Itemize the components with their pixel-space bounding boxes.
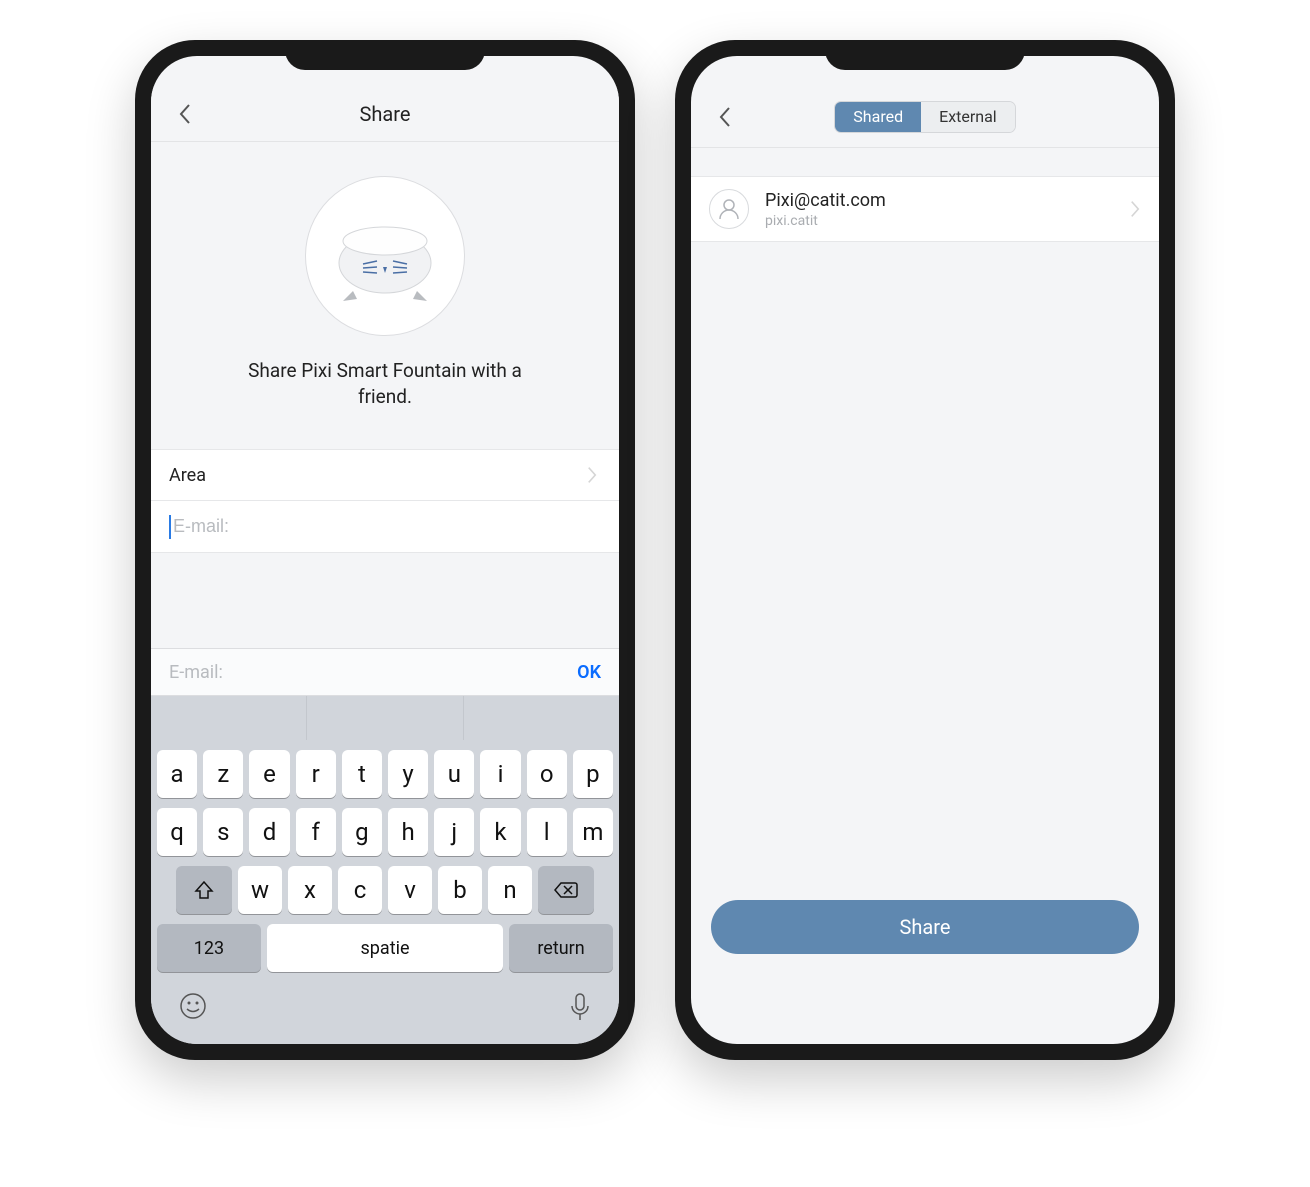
space-key[interactable]: spatie	[267, 924, 503, 972]
back-button[interactable]	[173, 102, 197, 126]
list-item-text: Pixi@catit.com pixi.catit	[765, 190, 1113, 229]
keyboard-suggestion-bar	[151, 696, 619, 740]
key-w[interactable]: w	[238, 866, 282, 914]
navbar: Share	[151, 86, 619, 142]
key-b[interactable]: b	[438, 866, 482, 914]
list-item[interactable]: Pixi@catit.com pixi.catit	[691, 177, 1159, 241]
area-row[interactable]: Area	[151, 449, 619, 501]
key-r[interactable]: r	[296, 750, 336, 798]
chevron-left-icon	[718, 106, 732, 128]
key-g[interactable]: g	[342, 808, 382, 856]
key-s[interactable]: s	[203, 808, 243, 856]
chevron-left-icon	[178, 103, 192, 125]
numbers-key[interactable]: 123	[157, 924, 261, 972]
key-z[interactable]: z	[203, 750, 243, 798]
keyboard-row-3: w x c v b n	[157, 866, 613, 914]
list-item-title: Pixi@catit.com	[765, 190, 1113, 211]
dictation-key[interactable]	[569, 992, 591, 1030]
mic-icon	[569, 992, 591, 1022]
key-f[interactable]: f	[296, 808, 336, 856]
chevron-right-icon	[1129, 200, 1141, 218]
keyboard-accessory: E-mail: OK	[151, 648, 619, 696]
key-l[interactable]: l	[527, 808, 567, 856]
shared-list: Pixi@catit.com pixi.catit	[691, 176, 1159, 242]
segmented-control: Shared External	[834, 101, 1015, 133]
return-key[interactable]: return	[509, 924, 613, 972]
key-v[interactable]: v	[388, 866, 432, 914]
avatar	[709, 189, 749, 229]
tab-shared[interactable]: Shared	[835, 102, 921, 132]
key-o[interactable]: o	[527, 750, 567, 798]
emoji-key[interactable]	[179, 992, 207, 1030]
key-y[interactable]: y	[388, 750, 428, 798]
key-p[interactable]: p	[573, 750, 613, 798]
keyboard-row-4: 123 spatie return	[157, 924, 613, 972]
share-button[interactable]: Share	[711, 900, 1139, 954]
shift-icon	[194, 880, 214, 900]
tab-external[interactable]: External	[921, 102, 1015, 132]
user-icon	[717, 197, 741, 221]
key-x[interactable]: x	[288, 866, 332, 914]
backspace-icon	[554, 881, 578, 899]
key-t[interactable]: t	[342, 750, 382, 798]
list-item-subtitle: pixi.catit	[765, 213, 1113, 229]
ok-button[interactable]: OK	[577, 662, 601, 683]
text-cursor	[169, 515, 171, 539]
keyboard-bottom-row	[157, 982, 613, 1030]
key-e[interactable]: e	[249, 750, 289, 798]
key-m[interactable]: m	[573, 808, 613, 856]
emoji-icon	[179, 992, 207, 1020]
hero-text: Share Pixi Smart Fountain with a friend.	[225, 358, 545, 409]
page-title: Share	[360, 102, 411, 126]
device-image	[305, 176, 465, 336]
key-u[interactable]: u	[434, 750, 474, 798]
back-button[interactable]	[713, 105, 737, 129]
key-n[interactable]: n	[488, 866, 532, 914]
key-c[interactable]: c	[338, 866, 382, 914]
chevron-right-icon	[583, 466, 601, 484]
key-h[interactable]: h	[388, 808, 428, 856]
accessory-placeholder: E-mail:	[169, 662, 577, 683]
email-field[interactable]	[173, 516, 601, 537]
backspace-key[interactable]	[538, 866, 594, 914]
keyboard: a z e r t y u i o p q s d f g h j k l	[151, 740, 619, 1044]
key-j[interactable]: j	[434, 808, 474, 856]
navbar: Shared External	[691, 86, 1159, 148]
email-row[interactable]	[151, 501, 619, 553]
key-k[interactable]: k	[480, 808, 520, 856]
area-label: Area	[169, 465, 583, 486]
fountain-icon	[325, 201, 445, 311]
key-d[interactable]: d	[249, 808, 289, 856]
key-i[interactable]: i	[480, 750, 520, 798]
hero: Share Pixi Smart Fountain with a friend.	[151, 142, 619, 449]
key-q[interactable]: q	[157, 808, 197, 856]
screen-right: Shared External Pixi@catit.com pixi.cati…	[691, 56, 1159, 1044]
keyboard-row-2: q s d f g h j k l m	[157, 808, 613, 856]
shift-key[interactable]	[176, 866, 232, 914]
keyboard-row-1: a z e r t y u i o p	[157, 750, 613, 798]
phone-right: Shared External Pixi@catit.com pixi.cati…	[675, 40, 1175, 1060]
screen-left: Share Share Pixi Smart Fountai	[151, 56, 619, 1044]
key-a[interactable]: a	[157, 750, 197, 798]
phone-left: Share Share Pixi Smart Fountai	[135, 40, 635, 1060]
